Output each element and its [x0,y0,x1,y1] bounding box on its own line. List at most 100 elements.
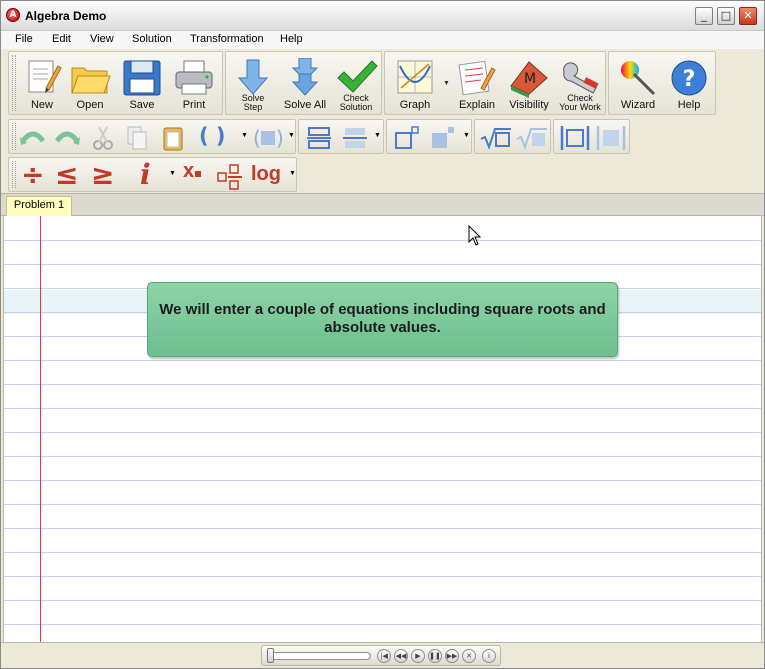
solve-all-label: Solve All [283,99,327,111]
brackets-icon[interactable]: () [251,123,287,153]
italic-i-button[interactable]: i [140,158,151,191]
skip-start-button[interactable]: |◀ [377,649,391,663]
solve-step-button[interactable]: Solve Step [230,54,276,114]
play-button[interactable]: ▶ [411,649,425,663]
square-root-icon[interactable] [479,123,513,153]
fraction-dropdown-arrow-icon[interactable]: ▼ [374,132,381,139]
wizard-label: Wizard [620,99,656,111]
solve-group: Solve Step Solve All Check Solution [225,51,382,115]
ruled-line [4,264,761,265]
minimize-button[interactable]: _ [695,7,713,25]
exponent-group: ▼ [386,119,472,154]
menu-file[interactable]: File [15,33,33,45]
checkmark-icon [337,60,378,93]
save-button[interactable]: Save [119,54,165,114]
graph-dropdown-icon[interactable]: ▼ [443,80,450,87]
visibility-book-icon: M [510,61,548,98]
explain-button[interactable]: Explain [453,54,501,114]
less-equal-button[interactable]: ≤ [55,158,78,191]
log-dropdown-icon[interactable]: ▼ [289,170,296,177]
copy-icon[interactable] [123,123,151,153]
explain-label: Explain [458,99,496,111]
menu-solution[interactable]: Solution [132,33,172,45]
worksheet-area[interactable]: We will enter a couple of equations incl… [3,216,762,642]
absolute-value-group [553,119,630,154]
new-document-icon [28,60,62,93]
file-group: New Open Save Print [8,51,223,115]
help-label: Help [677,99,701,111]
menu-edit[interactable]: Edit [52,33,71,45]
mixed-fraction-icon[interactable] [216,162,244,192]
check-your-work-button[interactable]: Check Your Work [555,54,605,114]
title-bar[interactable]: A Algebra Demo _ □ ✕ [1,1,764,31]
ruled-line [4,240,761,241]
print-button[interactable]: Print [170,54,218,114]
italic-dropdown-icon[interactable]: ▼ [169,170,176,177]
wizard-button[interactable]: Wizard [613,54,663,114]
undo-icon[interactable] [19,123,47,153]
toolbar-grip-2[interactable] [12,123,16,150]
graph-button[interactable]: Graph [389,54,441,114]
info-button[interactable]: i [482,649,496,663]
new-button[interactable]: New [19,54,65,114]
help-question-icon: ? [671,60,707,96]
open-button[interactable]: Open [67,54,113,114]
check-solution-label: Check Solution [339,93,373,112]
new-label: New [30,99,53,111]
playback-slider-thumb[interactable] [267,648,274,663]
pause-button[interactable]: ❚❚ [428,649,442,663]
root-group [474,119,551,154]
help-button[interactable]: ? Help [665,54,713,114]
brackets-dropdown-icon[interactable]: ▼ [288,132,295,139]
paste-icon[interactable] [159,123,187,153]
stop-button[interactable]: ✕ [462,649,476,663]
nth-root-icon[interactable] [515,123,549,153]
playback-slider[interactable] [269,652,371,660]
fraction-dropdown-icon[interactable] [341,123,369,153]
playback-bar: |◀ ◀◀ ▶ ❚❚ ▶▶ ✕ i [1,642,764,668]
tutorial-note: We will enter a couple of equations incl… [147,282,618,357]
margin-line [40,216,41,642]
menu-bar: File Edit View Solution Transformation H… [1,31,764,49]
parentheses-dropdown-icon[interactable]: ▼ [241,132,248,139]
close-button[interactable]: ✕ [739,7,757,25]
parentheses-button[interactable]: ( ) [199,124,226,148]
visibility-label: Visibility [509,99,549,111]
menu-transformation[interactable]: Transformation [190,33,264,45]
subscript-icon[interactable] [429,123,457,153]
toolbar-grip-3[interactable] [12,161,16,188]
superscript-icon[interactable] [393,123,421,153]
menu-help[interactable]: Help [280,33,303,45]
double-down-arrow-icon [291,58,319,96]
exponent-dropdown-icon[interactable]: ▼ [463,132,470,139]
ruled-line [4,384,761,385]
tab-strip: Problem 1 [1,193,764,216]
tab-problem-1[interactable]: Problem 1 [6,196,72,216]
subscript-x-button[interactable]: x [183,160,202,183]
down-arrow-step-icon [237,59,269,95]
log-button[interactable]: log [251,163,281,186]
check-solution-button[interactable]: Check Solution [332,54,380,114]
ruled-line [4,360,761,361]
divide-button[interactable]: ÷ [21,158,44,191]
redo-icon[interactable] [53,123,81,153]
fraction-bar-icon[interactable] [305,123,333,153]
menu-view[interactable]: View [90,33,114,45]
box-icon[interactable] [594,123,628,153]
fast-forward-button[interactable]: ▶▶ [445,649,459,663]
edit-toolbar: ( ) ▼ () ▼ ▼ ▼ [1,118,764,156]
solve-all-button[interactable]: Solve All [280,54,330,114]
greater-equal-button[interactable]: ≥ [91,158,114,191]
fraction-group: ▼ [298,119,384,154]
rewind-button[interactable]: ◀◀ [394,649,408,663]
maximize-button[interactable]: □ [717,7,735,25]
visibility-button[interactable]: M Visibility [505,54,553,114]
save-label: Save [129,99,155,111]
cut-icon[interactable] [89,123,117,153]
absolute-value-icon[interactable] [558,123,592,153]
app-logo-icon[interactable]: A [6,8,20,22]
ruled-line [4,504,761,505]
toolbar-grip[interactable] [12,55,16,111]
svg-text:): ) [276,126,284,150]
mouse-cursor-icon [468,225,482,246]
